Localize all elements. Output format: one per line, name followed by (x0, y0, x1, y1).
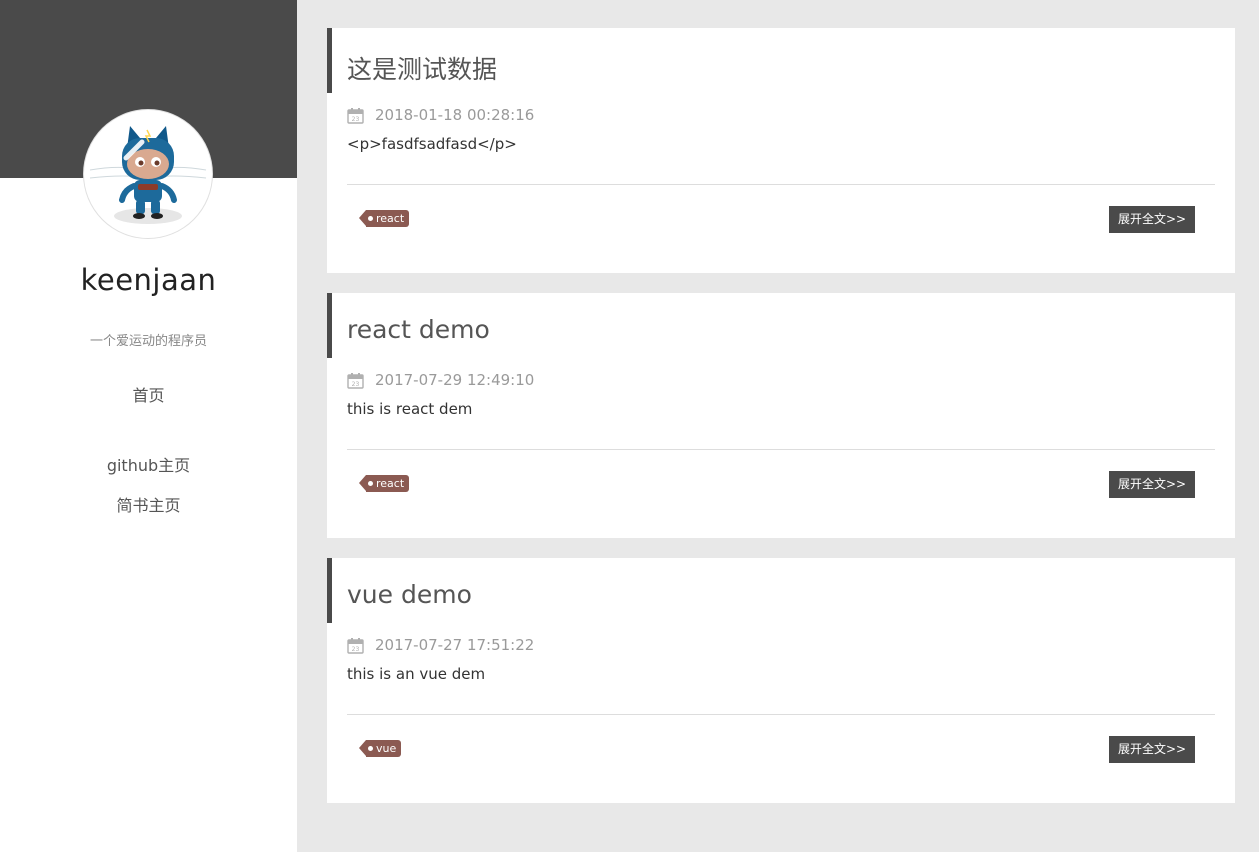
post-title[interactable]: react demo (347, 315, 490, 344)
post-excerpt: this is an vue dem (347, 665, 486, 683)
svg-text:23: 23 (352, 116, 360, 123)
post-title[interactable]: 这是测试数据 (347, 50, 497, 86)
post-divider (347, 184, 1215, 185)
title-accent-bar (327, 558, 332, 623)
tag-dot-icon (368, 746, 373, 751)
post-divider (347, 449, 1215, 450)
post-meta: 23 2018-01-18 00:28:16 (347, 105, 534, 125)
post-divider (347, 714, 1215, 715)
post-tag-label: vue (376, 742, 397, 755)
post-date: 2017-07-27 17:51:22 (375, 636, 535, 654)
read-more-button[interactable]: 展开全文>> (1109, 206, 1195, 233)
title-accent-bar (327, 28, 332, 93)
post-excerpt: <p>fasdfsadfasd</p> (347, 135, 517, 153)
post-card: vue demo 23 2017-07-27 17:51:22 this is … (327, 558, 1235, 803)
avatar[interactable] (84, 110, 212, 238)
octocat-avatar-icon (89, 126, 207, 224)
read-more-button[interactable]: 展开全文>> (1109, 736, 1195, 763)
post-excerpt: this is react dem (347, 400, 473, 418)
svg-text:23: 23 (352, 646, 360, 653)
svg-text:23: 23 (352, 381, 360, 388)
post-tag-label: react (376, 212, 405, 225)
post-title[interactable]: vue demo (347, 580, 472, 609)
post-tag[interactable]: react (358, 475, 410, 492)
post-tag-label: react (376, 477, 405, 490)
calendar-icon: 23 (347, 372, 364, 389)
post-card: 这是测试数据 23 2018-01-18 00:28:16 <p>fasdfsa… (327, 28, 1235, 273)
nav-home-link[interactable]: 首页 (0, 382, 297, 406)
nav-jianshu-link[interactable]: 简书主页 (0, 492, 297, 516)
author-name: keenjaan (80, 263, 217, 297)
post-date: 2017-07-29 12:49:10 (375, 371, 535, 389)
post-tag[interactable]: vue (358, 740, 402, 757)
post-meta: 23 2017-07-29 12:49:10 (347, 370, 534, 390)
calendar-icon: 23 (347, 107, 364, 124)
post-date: 2018-01-18 00:28:16 (375, 106, 535, 124)
title-accent-bar (327, 293, 332, 358)
post-meta: 23 2017-07-27 17:51:22 (347, 635, 534, 655)
post-tag[interactable]: react (358, 210, 410, 227)
read-more-button[interactable]: 展开全文>> (1109, 471, 1195, 498)
post-card: react demo 23 2017-07-29 12:49:10 this i… (327, 293, 1235, 538)
author-bio: 一个爱运动的程序员 (89, 334, 207, 349)
tag-dot-icon (368, 216, 373, 221)
calendar-icon: 23 (347, 637, 364, 654)
sidebar: keenjaan 一个爱运动的程序员 首页 github主页 简书主页 (0, 0, 297, 852)
tag-dot-icon (368, 481, 373, 486)
nav-github-link[interactable]: github主页 (0, 452, 297, 476)
